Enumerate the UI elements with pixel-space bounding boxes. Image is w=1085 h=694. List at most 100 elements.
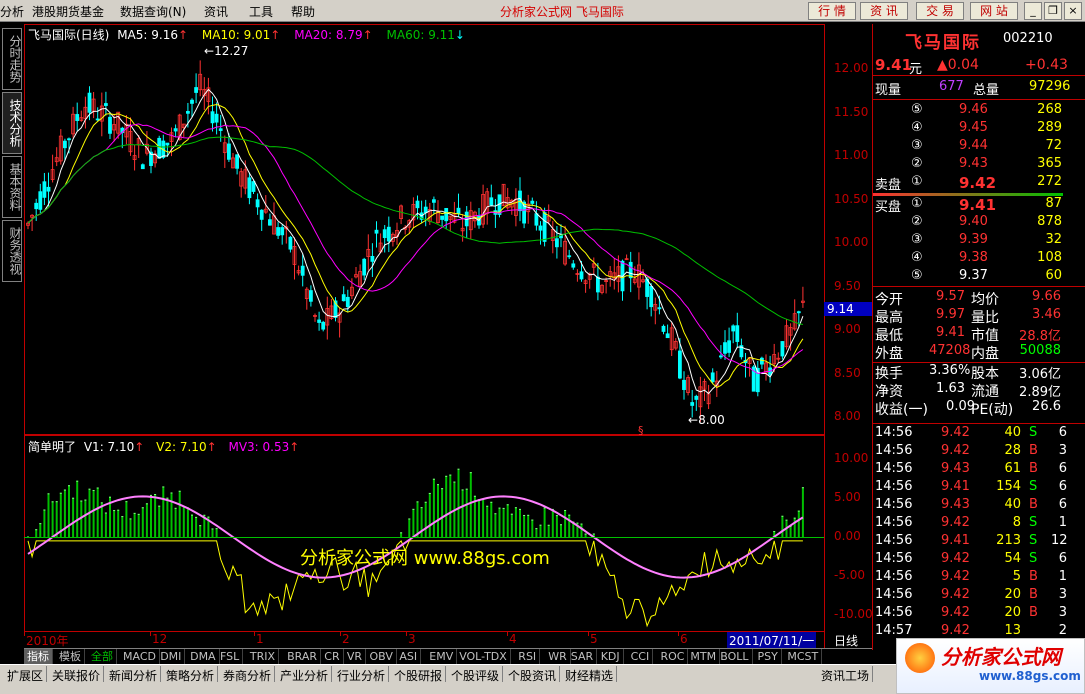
stat-label: 量比 bbox=[971, 310, 999, 326]
candle-body bbox=[194, 87, 199, 93]
stat-label: 内盘 bbox=[971, 346, 999, 362]
sell-price: 9.44 bbox=[959, 138, 988, 153]
tick-row[interactable]: 14:56 9.42 20 B 3 bbox=[873, 587, 1085, 605]
stats-bottom-line bbox=[873, 423, 1085, 424]
trade-button[interactable]: 交 易 bbox=[916, 2, 964, 20]
indicator-tab[interactable]: EMV bbox=[426, 649, 458, 664]
tab-technical[interactable]: 技术分析 bbox=[2, 92, 22, 154]
y-tick-label: 12.00 bbox=[834, 61, 869, 75]
tab-intraday[interactable]: 分时走势 bbox=[2, 28, 22, 90]
indicator-tab[interactable]: FSL bbox=[217, 649, 244, 664]
news-button[interactable]: 资 讯 bbox=[860, 2, 908, 20]
indicator-tab[interactable]: TRIX bbox=[247, 649, 280, 664]
period-label[interactable]: 日线 bbox=[834, 632, 858, 649]
logo-url: www.88gs.com bbox=[979, 669, 1081, 683]
quotes-button[interactable]: 行 情 bbox=[808, 2, 856, 20]
indicator-tab[interactable]: ROC bbox=[658, 649, 689, 664]
tick-row[interactable]: 14:56 9.42 5 B 1 bbox=[873, 569, 1085, 587]
menu-tools[interactable]: 工具 bbox=[249, 3, 273, 20]
menu-hk-futures[interactable]: 港股期货基金 bbox=[32, 3, 104, 20]
chart-area[interactable]: 飞马国际(日线) MA5: 9.16↑ MA10: 9.01↑ MA20: 8.… bbox=[24, 24, 874, 664]
indicator-tab[interactable]: ASI bbox=[396, 649, 422, 664]
logo-text: 分析家公式网 bbox=[941, 645, 1061, 669]
tick-side: B bbox=[1029, 443, 1038, 458]
indicator-tab[interactable]: DMA bbox=[187, 649, 220, 664]
website-button[interactable]: 网 站 bbox=[970, 2, 1018, 20]
tick-row[interactable]: 14:56 9.41 213 S 12 bbox=[873, 533, 1085, 551]
restore-icon[interactable]: ❐ bbox=[1044, 2, 1062, 20]
indicator-tab[interactable]: SAR bbox=[568, 649, 598, 664]
candle-body bbox=[185, 111, 190, 114]
indicator-tab[interactable]: 模板 bbox=[56, 649, 85, 664]
tab-fundamentals[interactable]: 基本资料 bbox=[2, 156, 22, 218]
site-logo: 分析家公式网 www.88gs.com bbox=[896, 638, 1085, 694]
close-icon[interactable]: × bbox=[1064, 2, 1082, 20]
y-tick-label: -10.00 bbox=[834, 607, 873, 621]
minimize-icon[interactable]: _ bbox=[1024, 2, 1042, 20]
candle-body bbox=[682, 379, 686, 390]
stat-label: 市值 bbox=[971, 328, 999, 344]
buy-level-row: ② 9.40 878 bbox=[873, 214, 1085, 232]
indicator-tab[interactable]: CR bbox=[321, 649, 344, 664]
stat-row: 外盘 47208 内盘 50088 bbox=[873, 343, 1085, 362]
candle-body bbox=[46, 186, 51, 192]
tick-side: S bbox=[1029, 479, 1038, 494]
indicator-tab[interactable]: KDJ bbox=[598, 649, 624, 664]
tick-row[interactable]: 14:56 9.42 28 B 3 bbox=[873, 443, 1085, 461]
total-vol: 97296 bbox=[1029, 79, 1071, 94]
indicator-tab[interactable]: BOLL bbox=[717, 649, 753, 664]
indicator-tab[interactable]: OBV bbox=[367, 649, 397, 664]
tick-row[interactable]: 14:56 9.42 20 B 3 bbox=[873, 605, 1085, 623]
indicator-tab[interactable]: 全部 bbox=[88, 649, 117, 664]
tick-side: B bbox=[1029, 569, 1038, 584]
tick-time: 14:56 bbox=[875, 497, 913, 512]
level-index: ① bbox=[911, 196, 923, 211]
indicator-tab[interactable]: MCST bbox=[784, 649, 823, 664]
tick-row[interactable]: 14:56 9.43 61 B 6 bbox=[873, 461, 1085, 479]
indicator-tab[interactable]: 指标 bbox=[24, 649, 53, 664]
indicator-tab[interactable]: BRAR bbox=[284, 649, 322, 664]
tick-count: 1 bbox=[1058, 569, 1067, 584]
tick-row[interactable]: 14:56 9.41 154 S 6 bbox=[873, 479, 1085, 497]
candle-body bbox=[300, 265, 305, 276]
menu-bar: 分析 港股期货基金 数据查询(N) 资讯 工具 帮助 分析家公式网 飞马国际 行… bbox=[0, 0, 1085, 22]
tab-financials[interactable]: 财务透视 bbox=[2, 220, 22, 282]
menu-news[interactable]: 资讯 bbox=[204, 3, 228, 20]
candle-body bbox=[555, 238, 559, 248]
legend-v2: V2: 7.10 bbox=[156, 440, 207, 454]
y-tick-label: 11.50 bbox=[834, 104, 869, 119]
stat-row: 今开 9.57 均价 9.66 bbox=[873, 289, 1085, 308]
indicator-tab[interactable]: MACD bbox=[120, 649, 160, 664]
candle-body bbox=[308, 290, 313, 302]
menu-data-query[interactable]: 数据查询(N) bbox=[120, 3, 186, 20]
tick-time: 14:56 bbox=[875, 605, 913, 620]
indicator-tab[interactable]: VOL-TDX bbox=[456, 649, 511, 664]
indicator-tab[interactable]: CCI bbox=[628, 649, 654, 664]
indicator-tab[interactable]: RSI bbox=[515, 649, 541, 664]
candle-body bbox=[719, 355, 723, 358]
indicator-tab[interactable]: PSY bbox=[755, 649, 782, 664]
indicator-tab[interactable]: VR bbox=[344, 649, 367, 664]
candle-body bbox=[530, 200, 535, 204]
stat-value: 2.89亿 bbox=[1019, 385, 1061, 400]
candle-body bbox=[67, 138, 71, 141]
tick-time: 14:56 bbox=[875, 515, 913, 530]
candle-body bbox=[723, 342, 727, 354]
menu-help[interactable]: 帮助 bbox=[291, 3, 315, 20]
up-arrow-icon: ↑ bbox=[362, 28, 373, 42]
indicator-tab[interactable]: MTM bbox=[687, 649, 721, 664]
indicator-tab[interactable]: DMI bbox=[157, 649, 186, 664]
last-price: 9.41 bbox=[875, 56, 913, 74]
tick-row[interactable]: 14:56 9.43 40 B 6 bbox=[873, 497, 1085, 515]
candle-body bbox=[251, 181, 256, 192]
menu-analysis[interactable]: 分析 bbox=[0, 3, 24, 20]
tick-row[interactable]: 14:56 9.42 40 S 6 bbox=[873, 425, 1085, 443]
tick-time: 14:56 bbox=[875, 461, 913, 476]
tick-row[interactable]: 14:56 9.42 54 S 6 bbox=[873, 551, 1085, 569]
stat-value: 50088 bbox=[1019, 343, 1061, 358]
candle-body bbox=[38, 191, 43, 210]
tick-row[interactable]: 14:56 9.42 8 S 1 bbox=[873, 515, 1085, 533]
tick-volume: 20 bbox=[1004, 605, 1021, 620]
buy-price: 9.37 bbox=[959, 268, 988, 283]
x-tick-mark bbox=[150, 632, 151, 636]
